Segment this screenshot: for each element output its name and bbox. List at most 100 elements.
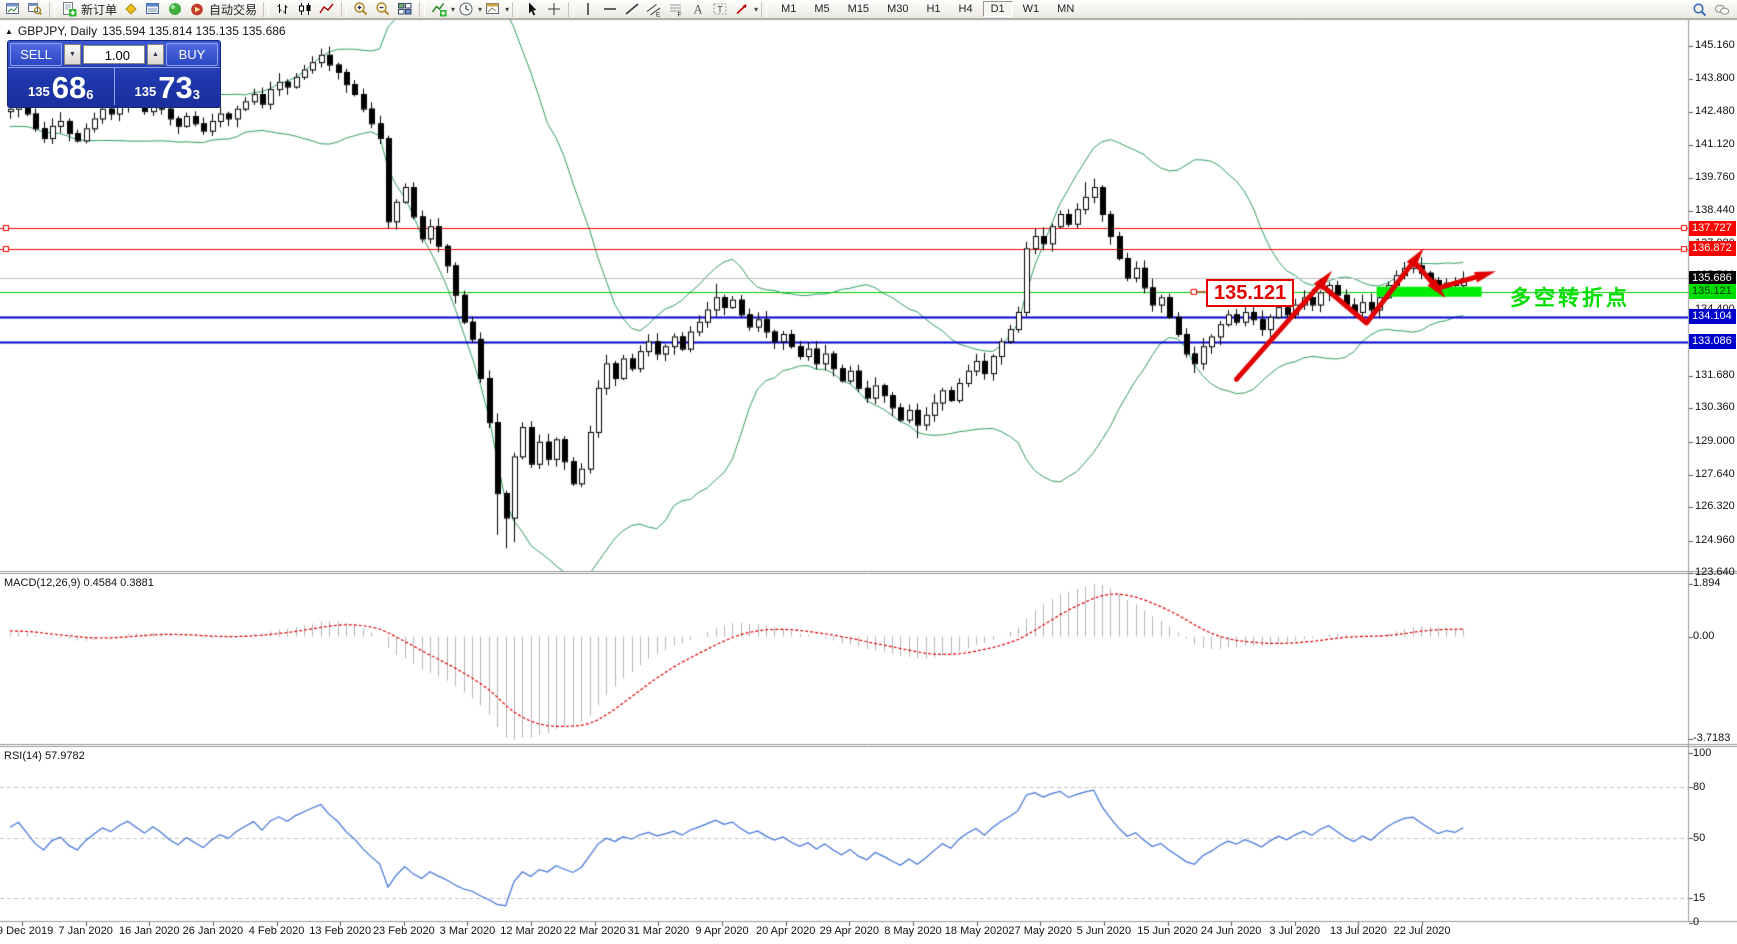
search-icon[interactable] [1689, 1, 1711, 18]
volume-decrease-button[interactable]: ▼ [64, 44, 81, 65]
indicators-icon[interactable] [428, 1, 450, 18]
timeframe-mn[interactable]: MN [1049, 1, 1082, 17]
toolbar-separator [49, 2, 55, 17]
price-tag-133.086: 133.086 [1689, 334, 1736, 349]
price-tag-134.104: 134.104 [1689, 309, 1736, 324]
price-tick-label: 131.680 [1695, 369, 1737, 381]
sell-price[interactable]: 135686 [8, 67, 114, 105]
date-axis-label: 24 Jun 2020 [1201, 925, 1262, 937]
buy-button[interactable]: BUY [166, 43, 218, 66]
zoom-in-icon[interactable] [350, 1, 372, 18]
text-icon[interactable]: A [687, 1, 709, 18]
date-axis-label: 3 Mar 2020 [440, 925, 496, 937]
date-axis-label: 7 Jan 2020 [58, 925, 112, 937]
trade-panel-top-row: SELL ▼ 1.00 ▲ BUY [8, 41, 220, 66]
timeframe-m30[interactable]: M30 [879, 1, 916, 17]
rsi-tick-label: 50 [1693, 832, 1737, 844]
symbol-name: GBPJPY, Daily [18, 24, 97, 38]
buy-price-big: 73 [158, 74, 192, 102]
date-axis-label: 29 Apr 2020 [820, 925, 879, 937]
cursor-icon[interactable] [521, 1, 543, 18]
candlestick-chart-icon[interactable] [294, 1, 316, 18]
trade-panel-prices: 135686 135733 [8, 67, 220, 105]
arrows-dropdown-caret[interactable]: ▾ [754, 5, 758, 14]
date-axis-label: 29 Dec 2019 [0, 925, 53, 937]
price-annotation-135121[interactable]: 135.121 [1206, 279, 1294, 307]
vertical-line-icon[interactable] [577, 1, 599, 18]
periods-icon[interactable] [455, 1, 477, 18]
autotrading-label[interactable]: 自动交易 [209, 1, 257, 18]
date-axis-label: 9 Apr 2020 [695, 925, 748, 937]
chart-canvas[interactable] [0, 0, 1737, 944]
mt4-terminal: 新订单自动交易▾▾▾EFAT▾ M1M5M15M30H1H4D1W1MN ▲ G… [0, 0, 1737, 944]
timeframe-d1[interactable]: D1 [983, 1, 1013, 17]
svg-text:E: E [656, 12, 661, 18]
navigator-icon[interactable] [164, 1, 186, 18]
line-chart-icon[interactable] [316, 1, 338, 18]
volume-increase-button[interactable]: ▲ [147, 44, 164, 65]
autotrading-icon[interactable] [186, 1, 208, 18]
toolbar-separator [512, 2, 518, 17]
buy-price[interactable]: 135733 [114, 67, 221, 105]
date-axis-label: 5 Jun 2020 [1077, 925, 1131, 937]
price-tag-135.686: 135.686 [1689, 271, 1736, 286]
horizontal-line-icon[interactable] [599, 1, 621, 18]
templates-icon[interactable] [482, 1, 504, 18]
profiles-icon[interactable] [24, 1, 46, 18]
new-chart-icon[interactable] [2, 1, 24, 18]
new-order-label[interactable]: 新订单 [81, 1, 117, 18]
new-order-icon[interactable] [58, 1, 80, 18]
date-axis-label: 26 Jan 2020 [183, 925, 244, 937]
toolbar-separator [263, 2, 269, 17]
buy-price-sup: 3 [193, 88, 200, 102]
date-axis-label: 16 Jan 2020 [119, 925, 180, 937]
tile-windows-icon[interactable] [394, 1, 416, 18]
price-tick-label: 127.640 [1695, 468, 1737, 480]
chat-icon[interactable] [1711, 1, 1733, 18]
collapse-triangle-icon[interactable]: ▲ [5, 27, 13, 36]
date-axis-label: 22 Jul 2020 [1394, 925, 1451, 937]
trendline-icon[interactable] [621, 1, 643, 18]
macd-indicator-label: MACD(12,26,9) 0.4584 0.3881 [4, 577, 154, 589]
timeframe-toolbar: M1M5M15M30H1H4D1W1MN [772, 1, 1083, 17]
text-label-icon[interactable]: T [709, 1, 731, 18]
timeframe-h1[interactable]: H1 [918, 1, 948, 17]
timeframe-h4[interactable]: H4 [951, 1, 981, 17]
market-watch-icon[interactable] [120, 1, 142, 18]
price-tick-label: 126.320 [1695, 500, 1737, 512]
date-axis-label: 18 May 2020 [945, 925, 1009, 937]
timeframe-m15[interactable]: M15 [840, 1, 877, 17]
buy-price-major: 135 [135, 82, 157, 102]
toolbar-right [1689, 1, 1733, 18]
timeframe-m5[interactable]: M5 [806, 1, 837, 17]
fibonacci-icon[interactable]: F [665, 1, 687, 18]
price-tick-label: 143.800 [1695, 72, 1737, 84]
date-axis-label: 20 Apr 2020 [756, 925, 815, 937]
sell-price-big: 68 [52, 74, 86, 102]
date-axis-label: 23 Feb 2020 [373, 925, 435, 937]
volume-input[interactable]: 1.00 [83, 45, 145, 64]
timeframe-m1[interactable]: M1 [773, 1, 804, 17]
date-axis-label: 3 Jul 2020 [1269, 925, 1320, 937]
date-axis-label: 22 Mar 2020 [564, 925, 626, 937]
rsi-tick-label: 15 [1693, 892, 1737, 904]
equidistant-channel-icon[interactable]: E [643, 1, 665, 18]
price-tick-label: 145.160 [1695, 39, 1737, 51]
timeframe-w1[interactable]: W1 [1015, 1, 1048, 17]
arrows-icon[interactable] [731, 1, 753, 18]
toolbar-separator [419, 2, 425, 17]
rsi-tick-label: 0 [1693, 916, 1737, 928]
data-window-icon[interactable] [142, 1, 164, 18]
sell-price-major: 135 [28, 82, 50, 102]
turning-point-label[interactable]: 多空转折点 [1510, 282, 1630, 312]
bar-chart-icon[interactable] [272, 1, 294, 18]
macd-tick-label: 1.894 [1693, 577, 1737, 589]
templates-dropdown-caret[interactable]: ▾ [505, 5, 509, 14]
date-axis-label: 15 Jun 2020 [1137, 925, 1198, 937]
sell-button[interactable]: SELL [10, 43, 62, 66]
macd-tick-label: -3.7183 [1693, 732, 1737, 744]
price-tick-label: 138.440 [1695, 204, 1737, 216]
zoom-out-icon[interactable] [372, 1, 394, 18]
symbol-ohlc: 135.594 135.814 135.135 135.686 [102, 24, 286, 38]
crosshair-icon[interactable] [543, 1, 565, 18]
